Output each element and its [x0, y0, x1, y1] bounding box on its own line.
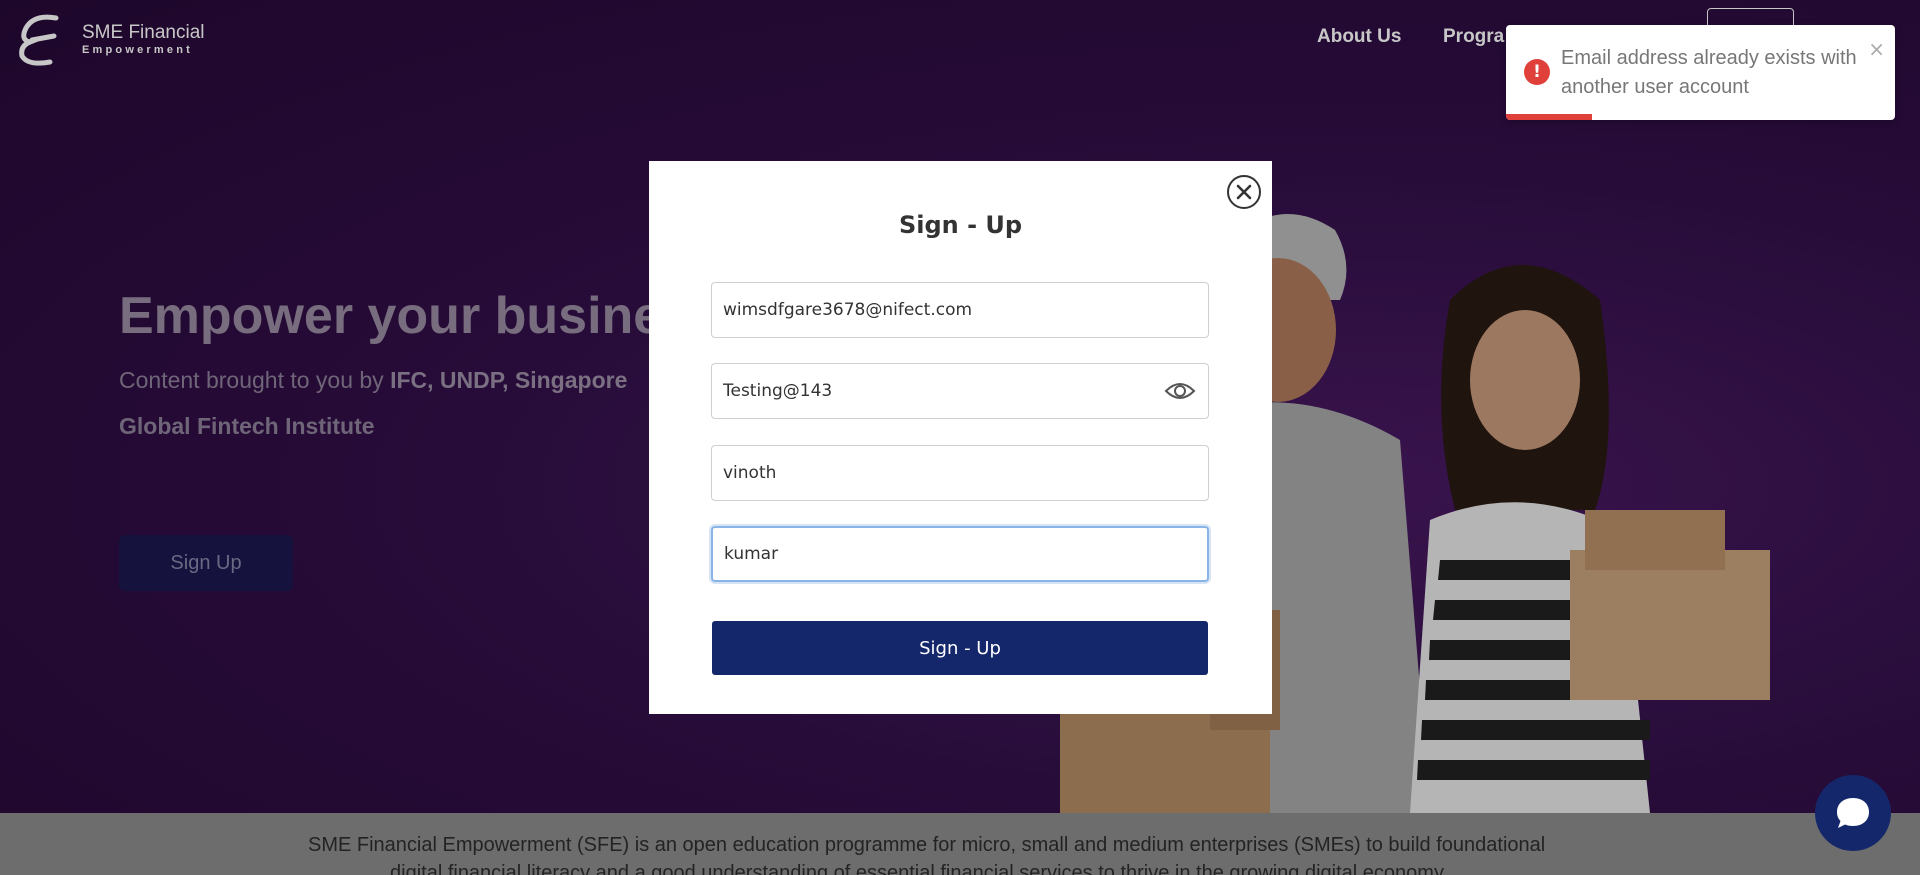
chat-widget-button[interactable] — [1815, 775, 1891, 851]
error-toast: ! Email address already exists with anot… — [1506, 25, 1895, 120]
last-name-input[interactable] — [713, 528, 1207, 580]
modal-title: Sign - Up — [898, 211, 1023, 239]
last-name-field[interactable] — [711, 526, 1209, 582]
toast-message: Email address already exists with anothe… — [1561, 47, 1857, 98]
email-input[interactable] — [712, 283, 1208, 337]
close-icon — [1236, 184, 1252, 200]
password-field[interactable] — [711, 363, 1209, 419]
email-field[interactable] — [711, 282, 1209, 338]
eye-icon[interactable] — [1164, 379, 1196, 403]
chat-bubble-icon — [1837, 798, 1869, 828]
sign-up-submit-button[interactable]: Sign - Up — [712, 621, 1208, 675]
toast-close-button[interactable]: × — [1868, 39, 1885, 59]
toast-progress-bar — [1506, 114, 1592, 120]
error-icon: ! — [1524, 59, 1550, 85]
sign-up-modal: Sign - Up Sign - Up — [649, 161, 1272, 714]
modal-close-button[interactable] — [1227, 175, 1261, 209]
first-name-input[interactable] — [712, 446, 1208, 500]
password-input[interactable] — [712, 364, 1208, 418]
first-name-field[interactable] — [711, 445, 1209, 501]
